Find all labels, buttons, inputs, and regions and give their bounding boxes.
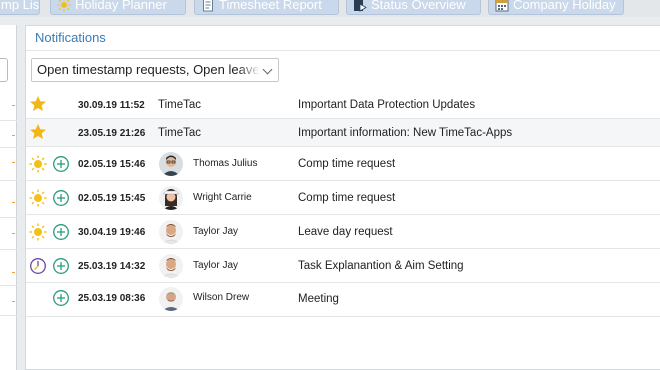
sun-icon: [29, 189, 47, 207]
clock-icon: [29, 257, 47, 275]
left-panel-marker: [12, 233, 15, 234]
notification-row[interactable]: 02.05.19 15:45 Wright Carrie Comp time r…: [26, 181, 660, 215]
divider: [0, 285, 17, 286]
left-panel-marker: [12, 162, 15, 163]
notification-row[interactable]: 02.05.19 15:46 Thomas Julius Comp time r…: [26, 147, 660, 181]
left-panel-control[interactable]: [0, 58, 8, 82]
notification-row[interactable]: 30.09.19 11:52 TimeTac Important Data Pr…: [26, 91, 660, 119]
divider: [0, 120, 17, 121]
left-panel-marker: [12, 272, 15, 273]
tab-label: Status Overview: [371, 0, 466, 12]
notifications-panel: Notifications Open timestamp requests, O…: [25, 25, 660, 370]
left-panel-marker: [12, 105, 15, 106]
notification-sender: Thomas Julius: [193, 158, 258, 169]
notification-date: 25.03.19 14:32: [78, 261, 146, 272]
notification-date: 23.05.19 21:26: [78, 128, 146, 139]
notification-date: 30.09.19 11:52: [78, 100, 145, 111]
notification-date: 25.03.19 08:36: [78, 293, 146, 304]
panel-title: Notifications: [26, 26, 660, 51]
left-panel-marker: [12, 301, 15, 302]
tab-timesheet-report[interactable]: Timesheet Report: [194, 0, 339, 15]
notification-date: 02.05.19 15:46: [78, 159, 146, 170]
tab-label: Holiday Planner: [75, 0, 167, 12]
divider: [0, 315, 17, 316]
tab-company-holiday[interactable]: Company Holiday: [488, 0, 624, 15]
avatar: [159, 254, 183, 278]
calendar-icon: [495, 0, 509, 12]
plus-circle-icon[interactable]: [52, 223, 70, 241]
notification-list: 30.09.19 11:52 TimeTac Important Data Pr…: [26, 91, 660, 317]
notification-sender: Taylor Jay: [193, 226, 239, 237]
divider: [0, 147, 17, 148]
notification-subject[interactable]: Important Data Protection Updates: [298, 99, 475, 111]
left-panel: [0, 25, 17, 370]
sun-icon: [29, 223, 47, 241]
notification-sender: TimeTac: [158, 127, 202, 139]
notification-subject[interactable]: Comp time request: [298, 158, 395, 170]
notification-row[interactable]: 25.03.19 08:36 Wilson Drew Meeting: [26, 283, 660, 317]
sun-icon: [29, 155, 47, 173]
notification-sender: Taylor Jay: [193, 260, 239, 271]
notification-filter-select[interactable]: Open timestamp requests, Open leave requ…: [31, 58, 279, 82]
tab-label: Company Holiday: [513, 0, 616, 12]
plus-circle-icon[interactable]: [52, 189, 70, 207]
report-icon: [201, 0, 215, 12]
notification-sender: Wright Carrie: [193, 192, 252, 203]
sun-icon: [57, 0, 71, 12]
left-panel-marker: [12, 202, 15, 203]
notification-subject[interactable]: Comp time request: [298, 192, 395, 204]
notification-subject[interactable]: Leave day request: [298, 226, 393, 238]
notification-subject[interactable]: Task Explanantion & Aim Setting: [298, 260, 464, 272]
tab-label: mp List: [1, 0, 40, 12]
tab-status-overview[interactable]: Status Overview: [346, 0, 481, 15]
avatar: [159, 220, 183, 244]
divider: [0, 180, 17, 181]
plus-circle-icon[interactable]: [52, 155, 70, 173]
notification-sender: Wilson Drew: [193, 292, 250, 303]
top-tab-bar: mp List Holiday Planner Timesheet Report…: [0, 0, 660, 17]
plus-circle-icon[interactable]: [52, 289, 70, 307]
notification-date: 02.05.19 15:45: [78, 193, 146, 204]
divider: [0, 217, 17, 218]
notification-sender: TimeTac: [158, 99, 202, 111]
star-icon: [29, 123, 47, 141]
tab-emp-list[interactable]: mp List: [0, 0, 40, 15]
avatar: [159, 287, 183, 311]
notification-subject[interactable]: Meeting: [298, 293, 339, 305]
tab-holiday-planner[interactable]: Holiday Planner: [50, 0, 186, 15]
star-icon: [29, 95, 47, 113]
notification-subject[interactable]: Important information: New TimeTac-Apps: [298, 127, 512, 139]
notification-row[interactable]: 30.04.19 19:46 Taylor Jay Leave day requ…: [26, 215, 660, 249]
filter-fade: [238, 59, 278, 81]
avatar: [159, 186, 183, 210]
left-panel-marker: [12, 135, 15, 136]
notification-row[interactable]: 25.03.19 14:32 Taylor Jay Task Explanant…: [26, 249, 660, 283]
divider: [0, 249, 17, 250]
status-icon: [353, 0, 367, 12]
avatar: [159, 152, 183, 176]
notification-date: 30.04.19 19:46: [78, 227, 146, 238]
notification-row[interactable]: 23.05.19 21:26 TimeTac Important informa…: [26, 119, 660, 147]
tab-label: Timesheet Report: [219, 0, 322, 12]
plus-circle-icon[interactable]: [52, 257, 70, 275]
